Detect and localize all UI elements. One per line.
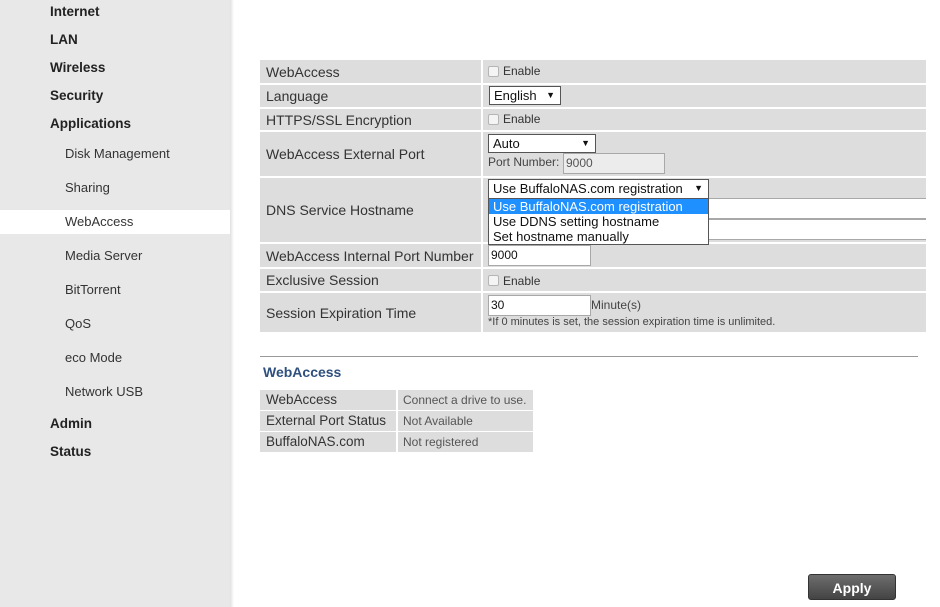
dns-dropdown-list: Use BuffaloNAS.com registration Use DDNS…	[488, 198, 709, 245]
sidebar-item-disk-management[interactable]: Disk Management	[0, 142, 230, 166]
dns-label: DNS Service Hostname	[260, 178, 481, 242]
dns-option-buffalonas[interactable]: Use BuffaloNAS.com registration	[489, 199, 708, 214]
row-webaccess: WebAccess Enable	[260, 60, 926, 83]
https-enable-checkbox[interactable]	[488, 114, 499, 126]
row-exclusive: Exclusive Session Enable	[260, 269, 926, 291]
status-external-port-label: External Port Status	[260, 411, 396, 431]
webaccess-label: WebAccess	[260, 60, 481, 83]
sidebar-item-status[interactable]: Status	[50, 444, 91, 459]
apply-button[interactable]: Apply	[808, 574, 896, 600]
webaccess-value: Enable	[483, 60, 926, 83]
https-enable-label: Enable	[503, 112, 541, 127]
exclusive-value: Enable	[483, 269, 926, 291]
status-buffalonas-label: BuffaloNAS.com	[260, 432, 396, 452]
exclusive-label: Exclusive Session	[260, 269, 481, 291]
sidebar-item-network-usb[interactable]: Network USB	[0, 380, 230, 404]
sidebar-item-wireless[interactable]: Wireless	[50, 60, 105, 75]
row-internal-port: WebAccess Internal Port Number	[260, 244, 926, 267]
dns-option-manual[interactable]: Set hostname manually	[489, 229, 708, 244]
dns-hostname-input-1[interactable]	[700, 198, 926, 219]
expiration-input[interactable]: 30	[488, 295, 591, 316]
internal-port-input[interactable]: 9000	[488, 245, 591, 266]
sidebar-item-media-server[interactable]: Media Server	[0, 244, 230, 268]
exclusive-enable-label: Enable	[503, 273, 541, 288]
https-value: Enable	[483, 109, 926, 130]
row-https: HTTPS/SSL Encryption Enable	[260, 109, 926, 130]
dns-select-value: Use BuffaloNAS.com registration	[493, 181, 683, 196]
expiration-note: *If 0 minutes is set, the session expira…	[488, 316, 776, 328]
dns-hostname-input-2[interactable]	[700, 219, 926, 240]
internal-port-label: WebAccess Internal Port Number	[260, 244, 481, 267]
port-number-label: Port Number:	[488, 155, 560, 169]
expiration-label: Session Expiration Time	[260, 293, 481, 332]
sidebar-item-sharing[interactable]: Sharing	[0, 176, 230, 200]
status-section-title: WebAccess	[263, 364, 342, 380]
webaccess-enable-checkbox[interactable]	[488, 66, 499, 78]
sidebar-item-qos[interactable]: QoS	[0, 312, 230, 336]
sidebar-item-applications[interactable]: Applications	[50, 116, 131, 131]
section-divider	[260, 356, 918, 357]
webaccess-enable-label: Enable	[503, 64, 541, 79]
external-port-select-value: Auto	[493, 136, 520, 151]
external-port-label: WebAccess External Port	[260, 132, 481, 176]
sidebar-item-lan[interactable]: LAN	[50, 32, 78, 47]
sidebar: Internet LAN Wireless Security Applicati…	[0, 0, 234, 607]
language-label: Language	[260, 85, 481, 107]
exclusive-enable-checkbox[interactable]	[488, 275, 499, 287]
expiration-unit: Minute(s)	[591, 298, 642, 312]
external-port-select[interactable]: Auto ▼	[488, 134, 596, 153]
chevron-down-icon: ▼	[694, 183, 703, 193]
sidebar-item-webaccess[interactable]: WebAccess	[0, 210, 230, 234]
row-language: Language	[260, 85, 926, 107]
sidebar-item-eco-mode[interactable]: eco Mode	[0, 346, 230, 370]
language-select-value: English	[494, 88, 537, 103]
status-external-port-value: Not Available	[398, 411, 533, 431]
port-number-input[interactable]: 9000	[563, 153, 665, 174]
dns-option-ddns[interactable]: Use DDNS setting hostname	[489, 214, 708, 229]
language-select[interactable]: English ▼	[489, 86, 561, 105]
https-label: HTTPS/SSL Encryption	[260, 109, 481, 130]
status-buffalonas-value: Not registered	[398, 432, 533, 452]
sidebar-item-bittorrent[interactable]: BitTorrent	[0, 278, 230, 302]
status-webaccess-value: Connect a drive to use.	[398, 390, 533, 410]
sidebar-item-admin[interactable]: Admin	[50, 416, 92, 431]
dns-select[interactable]: Use BuffaloNAS.com registration ▼	[488, 179, 709, 199]
chevron-down-icon: ▼	[546, 90, 555, 100]
row-expiration: Session Expiration Time Minute(s) *If 0 …	[260, 293, 926, 332]
sidebar-item-security[interactable]: Security	[50, 88, 103, 103]
status-webaccess-label: WebAccess	[260, 390, 396, 410]
sidebar-item-internet[interactable]: Internet	[50, 4, 100, 19]
chevron-down-icon: ▼	[581, 138, 590, 148]
